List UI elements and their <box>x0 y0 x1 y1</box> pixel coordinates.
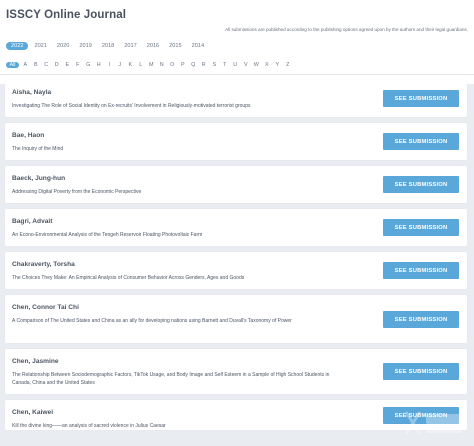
author-name: Bae, Haon <box>12 132 45 139</box>
author-name: Chen, Connor Tai Chi <box>12 304 79 311</box>
letter-filter-k[interactable]: K <box>125 62 136 68</box>
see-submission-button[interactable]: SEE SUBMISSION <box>383 133 459 150</box>
letter-filter-w[interactable]: W <box>251 62 262 68</box>
submission-card: Chakraverty, Torsha The Choices They Make… <box>5 252 467 289</box>
author-name: Aisha, Nayla <box>12 89 52 96</box>
author-name: Chen, Jasmine <box>12 358 59 365</box>
letter-filter-v[interactable]: V <box>241 62 252 68</box>
letter-filter: All A B C D E F G H I J K L M N O P Q R S T U V W X Y Z <box>6 62 293 68</box>
submission-card: Chen, Connor Tai Chi A Comparison of The … <box>5 295 467 343</box>
letter-filter-g[interactable]: G <box>83 62 94 68</box>
letter-filter-y[interactable]: Y <box>272 62 283 68</box>
author-name: Bagri, Advait <box>12 218 53 225</box>
letter-filter-n[interactable]: N <box>157 62 168 68</box>
submission-card: Chen, Jasmine The Relationship Between So… <box>5 349 467 394</box>
letter-filter-p[interactable]: P <box>178 62 189 68</box>
letter-filter-h[interactable]: H <box>94 62 105 68</box>
year-tab-2019[interactable]: 2019 <box>75 42 95 50</box>
submission-title: An Econo-Environmental Analysis of the T… <box>12 232 203 238</box>
year-tab-2021[interactable]: 2021 <box>30 42 50 50</box>
letter-filter-i[interactable]: I <box>104 62 115 68</box>
year-tab-2022[interactable]: 2022 <box>6 42 29 50</box>
year-tab-2016[interactable]: 2016 <box>143 42 163 50</box>
submission-card: Aisha, Nayla Investigating The Role of So… <box>5 80 467 117</box>
year-filter: 2022 2021 2020 2019 2018 2017 2016 2015 2014 <box>6 42 210 50</box>
letter-filter-c[interactable]: C <box>41 62 52 68</box>
author-name: Chakraverty, Torsha <box>12 261 75 268</box>
letter-filter-u[interactable]: U <box>230 62 241 68</box>
letter-filter-f[interactable]: F <box>73 62 84 68</box>
letter-filter-a[interactable]: A <box>20 62 31 68</box>
year-tab-2014[interactable]: 2014 <box>188 42 208 50</box>
see-submission-button[interactable]: SEE SUBMISSION <box>383 176 459 193</box>
submission-title: Investigating The Role of Social Identit… <box>12 103 251 109</box>
submission-card: Bagri, Advait An Econo-Environmental Anal… <box>5 209 467 246</box>
letter-filter-x[interactable]: X <box>262 62 273 68</box>
submission-title: Addressing Digital Poverty from the Econ… <box>12 189 142 195</box>
submission-title: The Inquiry of the Mind <box>12 146 64 152</box>
letter-filter-z[interactable]: Z <box>283 62 294 68</box>
letter-filter-q[interactable]: Q <box>188 62 199 68</box>
year-tab-2017[interactable]: 2017 <box>120 42 140 50</box>
see-submission-button[interactable]: SEE SUBMISSION <box>383 90 459 107</box>
letter-filter-d[interactable]: D <box>52 62 63 68</box>
letter-filter-o[interactable]: O <box>167 62 178 68</box>
see-submission-button[interactable]: SEE SUBMISSION <box>383 363 459 380</box>
year-tab-2018[interactable]: 2018 <box>98 42 118 50</box>
submission-card: Baeck, Jung-hun Addressing Digital Povert… <box>5 166 467 203</box>
page-title: ISSCY Online Journal <box>6 9 127 21</box>
letter-filter-all[interactable]: All <box>6 62 19 68</box>
author-name: Baeck, Jung-hun <box>12 175 66 182</box>
submission-title: A Comparison of The United States and Ch… <box>12 318 292 324</box>
submission-title: The Choices They Make: An Empirical Anal… <box>12 275 245 281</box>
submission-title: Kill the divine king——an analysis of sac… <box>12 423 166 429</box>
year-tab-2020[interactable]: 2020 <box>53 42 73 50</box>
submission-list: Aisha, Nayla Investigating The Role of So… <box>5 80 467 436</box>
submission-title: The Relationship Between Sociodemographi… <box>12 372 330 386</box>
header-divider <box>0 74 474 75</box>
letter-filter-e[interactable]: E <box>62 62 73 68</box>
letter-filter-r[interactable]: R <box>199 62 210 68</box>
see-submission-button[interactable]: SEE SUBMISSION <box>383 262 459 279</box>
letter-filter-t[interactable]: T <box>220 62 231 68</box>
author-name: Chen, Kaiwei <box>12 409 54 416</box>
see-submission-button[interactable]: SEE SUBMISSION <box>383 311 459 328</box>
letter-filter-j[interactable]: J <box>115 62 126 68</box>
letter-filter-l[interactable]: L <box>136 62 147 68</box>
page-header: ISSCY Online Journal All submissions are… <box>0 0 474 84</box>
see-submission-button[interactable]: SEE SUBMISSION <box>383 407 459 424</box>
letter-filter-b[interactable]: B <box>31 62 42 68</box>
submission-card: Bae, Haon The Inquiry of the Mind SEE SUBM… <box>5 123 467 160</box>
see-submission-button[interactable]: SEE SUBMISSION <box>383 219 459 236</box>
publishing-notice: All submissions are published according … <box>225 27 468 32</box>
submission-card: Chen, Kaiwei Kill the divine king——an ana… <box>5 400 467 430</box>
letter-filter-m[interactable]: M <box>146 62 157 68</box>
year-tab-2015[interactable]: 2015 <box>165 42 185 50</box>
letter-filter-s[interactable]: S <box>209 62 220 68</box>
